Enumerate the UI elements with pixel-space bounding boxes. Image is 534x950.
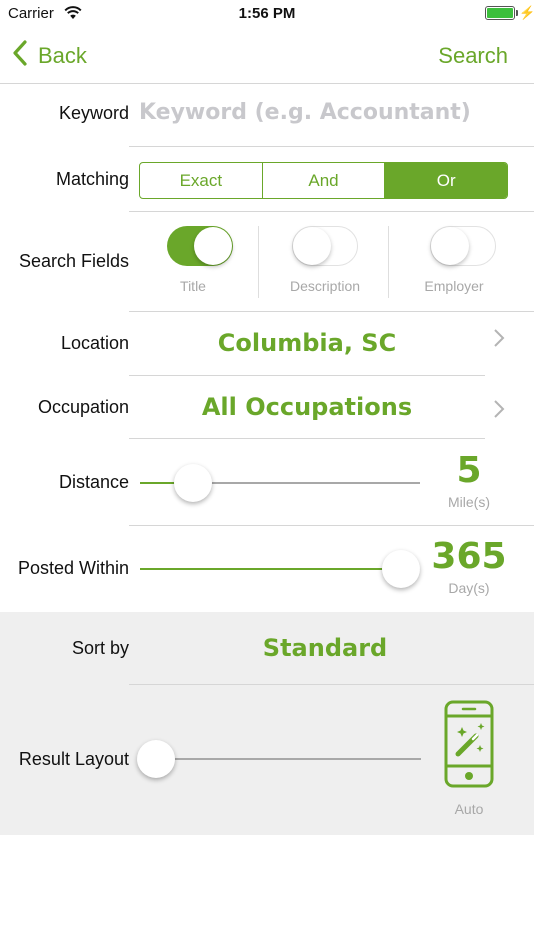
- charging-bolt-icon: ⚡: [519, 5, 534, 20]
- navigation-bar: Back Search: [0, 28, 534, 84]
- description-toggle-caption: Description: [289, 278, 361, 294]
- divider: [129, 684, 534, 685]
- back-button[interactable]: Back: [12, 39, 87, 73]
- keyword-input[interactable]: Keyword (e.g. Accountant): [139, 100, 471, 125]
- divider: [129, 211, 534, 212]
- sort-by-label: Sort by: [71, 638, 129, 658]
- result-layout-slider-thumb[interactable]: [137, 740, 175, 778]
- occupation-label: Occupation: [37, 397, 129, 417]
- display-options-section: Sort by Standard Result Layout Auto: [0, 612, 534, 835]
- clock-time: 1:56 PM: [238, 5, 296, 22]
- distance-unit: Mile(s): [448, 494, 490, 510]
- chevron-left-icon: [12, 40, 28, 72]
- slider-track: [137, 758, 421, 760]
- posted-within-slider-thumb[interactable]: [382, 550, 420, 588]
- employer-toggle[interactable]: [430, 226, 496, 266]
- sort-by-value[interactable]: Standard: [129, 634, 521, 662]
- slider-fill: [140, 568, 401, 570]
- occupation-row[interactable]: All Occupations: [129, 376, 534, 439]
- search-button[interactable]: Search: [438, 43, 508, 69]
- back-label: Back: [38, 43, 87, 68]
- chevron-right-icon: [493, 325, 505, 356]
- distance-value: 5: [456, 450, 482, 491]
- matching-and-option[interactable]: And: [261, 163, 385, 198]
- divider: [129, 525, 534, 526]
- title-toggle-caption: Title: [180, 278, 206, 294]
- status-bar: Carrier 1:56 PM ⚡: [0, 0, 534, 28]
- matching-label: Matching: [55, 169, 129, 189]
- divider: [129, 438, 485, 439]
- employer-toggle-caption: Employer: [424, 278, 484, 294]
- battery-cap: [516, 10, 518, 16]
- toggle-knob: [293, 227, 331, 265]
- toggle-knob: [431, 227, 469, 265]
- toggle-knob: [194, 227, 232, 265]
- matching-segmented-control[interactable]: Exact And Or: [139, 162, 508, 199]
- location-value: Columbia, SC: [217, 329, 397, 357]
- battery-icon: [485, 6, 515, 20]
- search-fields-label: Search Fields: [18, 251, 129, 271]
- keyword-label: Keyword: [58, 103, 129, 123]
- divider: [258, 226, 259, 298]
- posted-within-label: Posted Within: [17, 558, 129, 578]
- title-toggle[interactable]: [167, 226, 233, 266]
- posted-within-unit: Day(s): [448, 580, 490, 596]
- chevron-right-icon: [493, 396, 505, 427]
- result-layout-label: Result Layout: [18, 749, 129, 769]
- result-layout-slider[interactable]: [137, 739, 421, 779]
- occupation-value: All Occupations: [201, 393, 413, 421]
- posted-within-slider[interactable]: [140, 549, 420, 589]
- phone-magic-wand-icon: [444, 700, 494, 793]
- distance-label: Distance: [58, 472, 129, 492]
- location-label: Location: [60, 333, 129, 353]
- distance-slider[interactable]: [140, 463, 420, 503]
- result-layout-mode-label: Auto: [454, 801, 484, 817]
- description-toggle[interactable]: [292, 226, 358, 266]
- divider: [388, 226, 389, 298]
- divider: [129, 146, 534, 147]
- posted-within-value: 365: [431, 536, 507, 577]
- matching-or-option[interactable]: Or: [384, 163, 507, 198]
- matching-exact-option[interactable]: Exact: [140, 163, 262, 198]
- location-row[interactable]: Columbia, SC: [129, 312, 534, 375]
- distance-slider-thumb[interactable]: [173, 464, 212, 502]
